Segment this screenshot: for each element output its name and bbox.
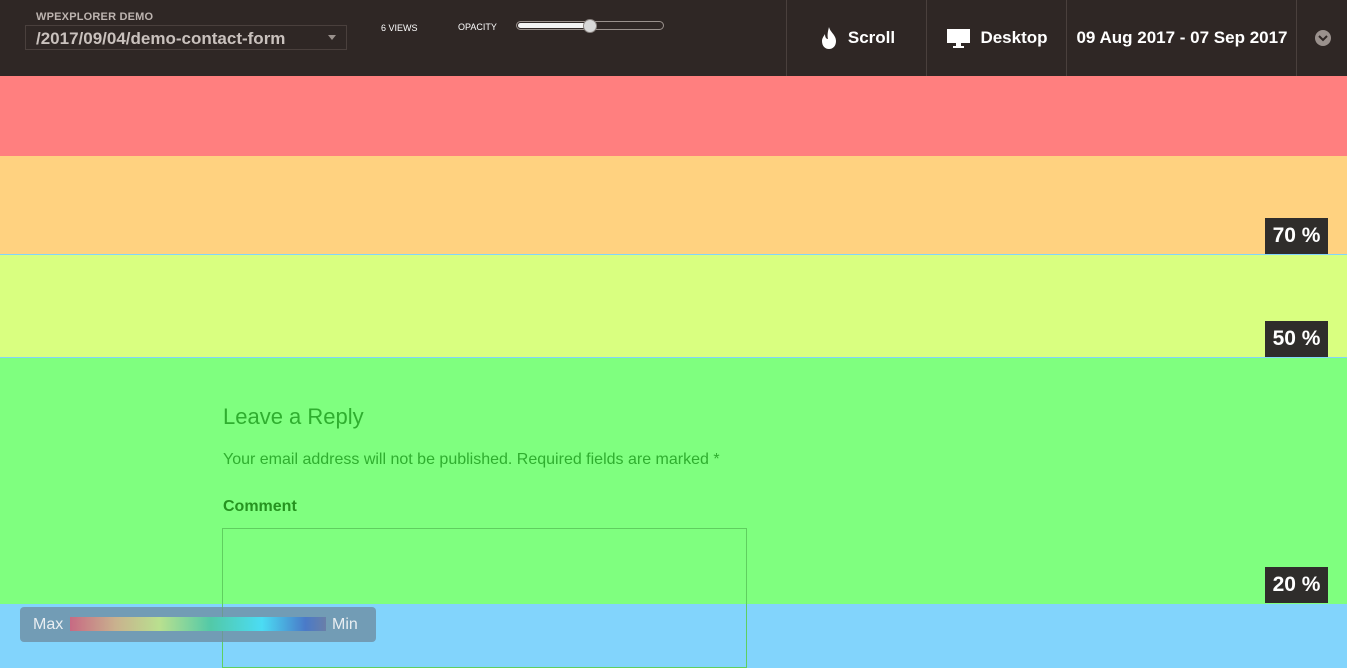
flame-icon — [819, 26, 839, 50]
heatmap-toolbar: WPEXPLORER DEMO /2017/09/04/demo-contact… — [0, 0, 1347, 76]
date-range-label: 09 Aug 2017 - 07 Sep 2017 — [1076, 28, 1288, 47]
scroll-percent-70: 70 % — [1265, 218, 1328, 254]
monitor-icon — [946, 28, 971, 48]
reply-title: Leave a Reply — [223, 404, 364, 429]
legend-max-label: Max — [33, 616, 64, 633]
scroll-percent-20: 20 % — [1265, 567, 1328, 603]
options-menu-button[interactable] — [1296, 0, 1347, 76]
caret-down-icon — [328, 35, 336, 40]
page-select[interactable]: /2017/09/04/demo-contact-form — [25, 25, 347, 50]
heat-band-top — [0, 76, 1347, 156]
date-range-button[interactable]: 09 Aug 2017 - 07 Sep 2017 — [1066, 0, 1297, 76]
comment-textarea[interactable] — [222, 528, 747, 668]
heatmap-mode-button[interactable]: Scroll — [786, 0, 927, 76]
opacity-label: OPACITY — [458, 22, 497, 32]
site-label: WPEXPLORER DEMO — [36, 11, 154, 23]
heatmap-mode-label: Scroll — [847, 28, 896, 47]
opacity-slider-handle[interactable] — [583, 19, 597, 33]
comment-label: Comment — [223, 498, 297, 515]
heat-legend: Max Min — [20, 607, 376, 642]
opacity-slider-fill — [518, 23, 591, 28]
heat-band-70 — [0, 156, 1347, 254]
reply-note: Your email address will not be published… — [223, 451, 720, 468]
heat-band-50 — [0, 255, 1347, 357]
page-select-value: /2017/09/04/demo-contact-form — [36, 29, 286, 48]
scroll-percent-50: 50 % — [1265, 321, 1328, 357]
device-select-button[interactable]: Desktop — [926, 0, 1067, 76]
device-label: Desktop — [980, 28, 1048, 47]
chevron-down-icon — [1314, 30, 1331, 46]
legend-gradient — [70, 617, 326, 631]
views-count: 6 VIEWS — [381, 23, 418, 33]
legend-min-label: Min — [332, 616, 358, 633]
